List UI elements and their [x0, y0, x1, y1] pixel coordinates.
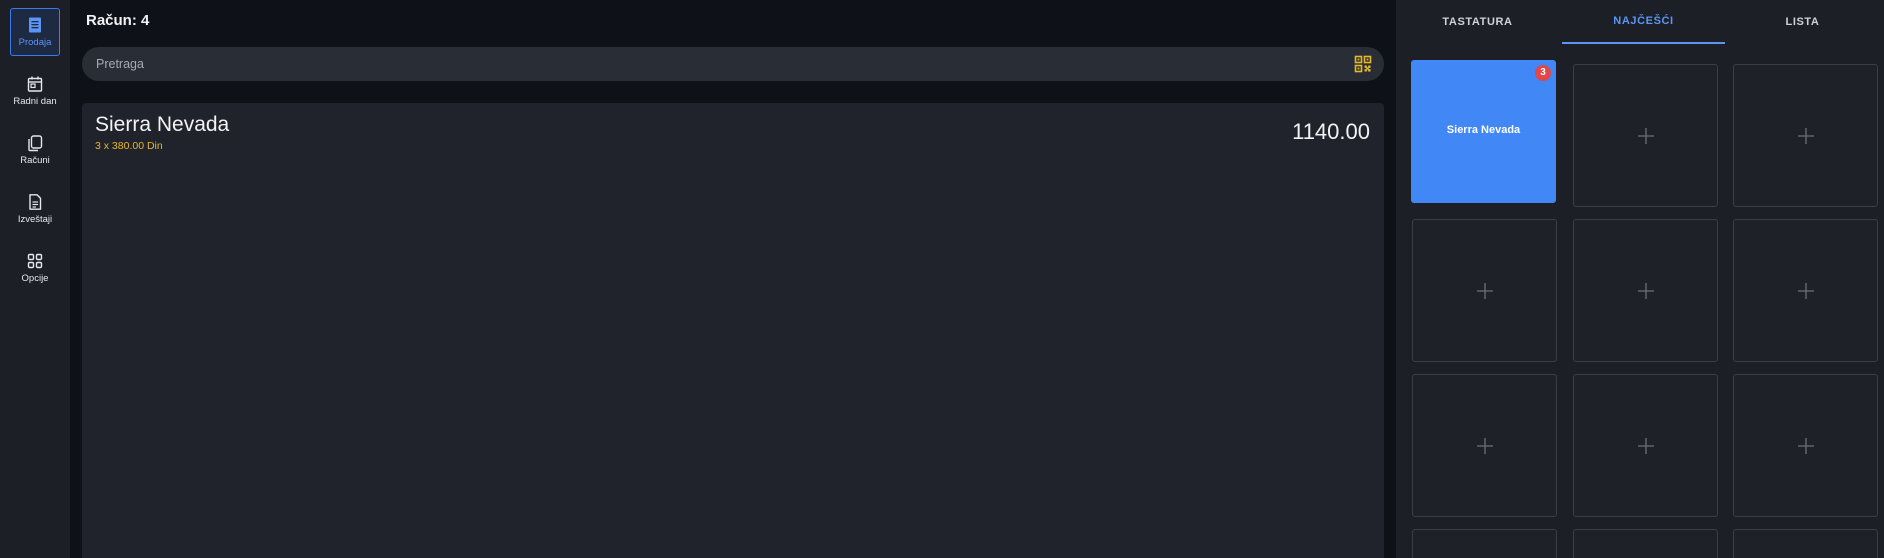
calendar-icon — [27, 76, 43, 92]
page-title: Račun: 4 — [86, 12, 150, 29]
search-bar[interactable]: Pretraga — [82, 47, 1384, 81]
order-item[interactable]: Sierra Nevada 3 x 380.00 Din 1140.00 — [82, 103, 1384, 155]
item-name: Sierra Nevada — [95, 113, 230, 136]
empty-product-tile[interactable] — [1573, 64, 1718, 207]
tab-najcesci[interactable]: NAJČEŠĆI — [1562, 0, 1725, 44]
product-panel: TASTATURA NAJČEŠĆI LISTA 3 Sierra Nevada — [1396, 0, 1884, 558]
nav-item-opcije[interactable]: Opcije — [10, 244, 60, 292]
document-icon — [29, 194, 42, 210]
nav-label: Radni dan — [13, 96, 57, 107]
plus-icon — [1637, 437, 1654, 454]
panel-tabs: TASTATURA NAJČEŠĆI LISTA — [1396, 0, 1884, 44]
product-tile-label: Sierra Nevada — [1446, 124, 1521, 136]
tab-tastatura[interactable]: TASTATURA — [1396, 0, 1559, 44]
plus-icon — [1637, 282, 1654, 299]
nav-label: Izveštaji — [17, 214, 53, 225]
nav-label: Prodaja — [18, 37, 52, 48]
nav-label: Računi — [20, 155, 50, 166]
grid-icon — [27, 253, 43, 269]
qr-code-icon[interactable] — [1354, 55, 1372, 73]
empty-product-tile[interactable] — [1573, 529, 1718, 558]
empty-product-tile[interactable] — [1412, 219, 1557, 362]
nav-item-izvestaji[interactable]: Izveštaji — [10, 185, 60, 233]
empty-product-tile[interactable] — [1733, 64, 1878, 207]
search-input[interactable]: Pretraga — [96, 57, 144, 71]
item-total: 1140.00 — [1292, 119, 1370, 144]
empty-product-tile[interactable] — [1573, 219, 1718, 362]
quantity-badge: 3 — [1535, 65, 1551, 81]
nav-item-radni-dan[interactable]: Radni dan — [10, 67, 60, 115]
product-tile-sierra-nevada[interactable]: 3 Sierra Nevada — [1411, 60, 1556, 203]
main-area: Račun: 4 Pretraga Sierra Nevada 3 x 380.… — [70, 0, 1396, 558]
plus-icon — [1476, 437, 1493, 454]
copy-icon — [28, 135, 43, 152]
empty-product-tile[interactable] — [1412, 374, 1557, 517]
nav-item-racuni[interactable]: Računi — [10, 126, 60, 174]
sidebar-nav: Prodaja Radni dan Računi Izveštaji Opcij… — [0, 0, 70, 558]
item-quantity-price: 3 x 380.00 Din — [95, 140, 163, 152]
empty-product-tile[interactable] — [1412, 529, 1557, 558]
plus-icon — [1797, 127, 1814, 144]
empty-product-tile[interactable] — [1733, 374, 1878, 517]
receipt-icon — [29, 17, 41, 33]
nav-label: Opcije — [21, 273, 49, 284]
nav-item-prodaja[interactable]: Prodaja — [10, 8, 60, 56]
plus-icon — [1476, 282, 1493, 299]
tab-lista[interactable]: LISTA — [1721, 0, 1884, 44]
empty-product-tile[interactable] — [1573, 374, 1718, 517]
plus-icon — [1797, 437, 1814, 454]
order-items-list: Sierra Nevada 3 x 380.00 Din 1140.00 — [82, 103, 1384, 558]
plus-icon — [1797, 282, 1814, 299]
empty-product-tile[interactable] — [1733, 529, 1878, 558]
empty-product-tile[interactable] — [1733, 219, 1878, 362]
plus-icon — [1637, 127, 1654, 144]
